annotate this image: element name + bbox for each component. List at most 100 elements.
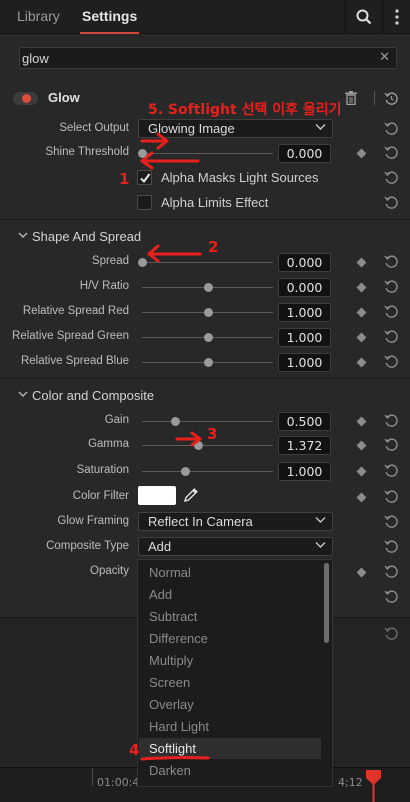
annotation-2: 2 [208,238,219,256]
reset-icon[interactable] [384,413,399,428]
keyframe-icon[interactable] [356,567,367,578]
reset-icon[interactable] [384,170,399,185]
reset-icon[interactable] [384,304,399,319]
color-filter-swatch[interactable] [138,486,176,505]
reset-icon[interactable] [384,626,399,641]
effect-enable-toggle[interactable] [13,92,38,105]
reset-icon[interactable] [384,145,399,160]
chevron-down-icon [18,391,28,397]
reset-icon[interactable] [384,329,399,344]
gain-value[interactable]: 0.500 [278,412,331,431]
reset-icon[interactable] [384,539,399,554]
hv-ratio-value[interactable]: 0.000 [278,278,331,297]
slider-knob[interactable] [181,467,191,476]
slider-knob[interactable] [138,149,147,158]
shine-threshold-row: Shine Threshold 0.000 [0,141,410,166]
color-and-composite-section[interactable]: Color and Composite [0,383,410,407]
slider-knob[interactable] [194,441,204,450]
slider-knob[interactable] [203,308,213,317]
reset-all-icon[interactable] [384,91,399,106]
relative-spread-blue-slider[interactable] [142,358,273,367]
chevron-down-icon [315,542,326,548]
gain-slider[interactable] [142,417,273,426]
keyframe-icon[interactable] [356,332,367,343]
shine-threshold-value[interactable]: 0.000 [278,144,331,163]
alpha-masks-checkbox[interactable] [137,170,152,185]
reset-icon[interactable] [384,279,399,294]
ruler-tick [92,768,93,786]
keyframe-icon[interactable] [356,416,367,427]
color-filter-row: Color Filter [0,485,410,510]
param-label: Relative Spread Red [22,305,129,317]
gamma-value[interactable]: 1.372 [278,436,331,455]
keyframe-icon[interactable] [356,357,367,368]
keyframe-icon[interactable] [356,440,367,451]
menu-item-overlay[interactable]: Overlay [139,694,321,715]
relative-spread-red-slider[interactable] [142,308,273,317]
keyframe-icon[interactable] [356,282,367,293]
playhead-icon[interactable] [365,768,382,802]
shape-and-spread-section[interactable]: Shape And Spread [0,224,410,248]
reset-icon[interactable] [384,463,399,478]
spread-value[interactable]: 0.000 [278,253,331,272]
composite-type-dropdown[interactable]: Add [138,537,333,556]
gamma-row: Gamma 1.372 [0,433,410,458]
relative-spread-green-value[interactable]: 1.000 [278,328,331,347]
relative-spread-green-slider[interactable] [142,333,273,342]
trash-icon[interactable] [345,91,357,105]
reset-icon[interactable] [384,437,399,452]
select-output-dropdown[interactable]: Glowing Image [138,119,333,138]
relative-spread-red-value[interactable]: 1.000 [278,303,331,322]
reset-icon[interactable] [384,589,399,604]
tab-library[interactable]: Library [17,0,60,34]
reset-icon[interactable] [384,564,399,579]
clear-search-icon[interactable]: ✕ [379,49,390,65]
menu-item-subtract[interactable]: Subtract [139,606,321,627]
tab-settings[interactable]: Settings [79,0,140,34]
keyframe-icon[interactable] [356,492,367,503]
hv-ratio-slider[interactable] [142,283,273,292]
saturation-slider[interactable] [142,467,273,476]
saturation-value[interactable]: 1.000 [278,462,331,481]
reset-icon[interactable] [384,354,399,369]
menu-item-add[interactable]: Add [139,584,321,605]
reset-icon[interactable] [384,254,399,269]
eyedropper-icon[interactable] [183,487,199,503]
menu-scrollbar[interactable] [324,563,329,643]
slider-knob[interactable] [203,333,213,342]
more-options-icon[interactable] [394,8,400,26]
param-label: H/V Ratio [79,280,129,292]
search-input[interactable] [22,48,372,68]
glow-framing-dropdown[interactable]: Reflect In Camera [138,512,333,531]
spread-slider[interactable] [138,258,273,267]
menu-item-screen[interactable]: Screen [139,672,321,693]
relative-spread-blue-value[interactable]: 1.000 [278,353,331,372]
reset-icon[interactable] [384,121,399,136]
reset-icon[interactable] [384,489,399,504]
alpha-masks-row: Alpha Masks Light Sources [0,166,410,191]
search-icon[interactable] [356,9,372,25]
slider-knob[interactable] [138,258,147,267]
menu-item-difference[interactable]: Difference [139,628,321,649]
reset-icon[interactable] [384,195,399,210]
select-output-value: Glowing Image [148,121,235,136]
slider-knob[interactable] [203,283,213,292]
menu-item-hard-light[interactable]: Hard Light [139,716,321,737]
chevron-down-icon [18,232,28,238]
keyframe-icon[interactable] [356,466,367,477]
menu-item-softlight[interactable]: Softlight [139,738,321,759]
shine-threshold-slider[interactable] [138,149,273,158]
menu-item-darken[interactable]: Darken [139,760,321,781]
slider-knob[interactable] [203,358,213,367]
reset-icon[interactable] [384,514,399,529]
divider [382,0,383,34]
alpha-limits-checkbox[interactable] [137,195,152,210]
menu-item-multiply[interactable]: Multiply [139,650,321,671]
slider-knob[interactable] [170,417,180,426]
color-filter-label: Color Filter [72,490,129,502]
keyframe-icon[interactable] [356,257,367,268]
gamma-slider[interactable] [142,441,273,450]
menu-item-normal[interactable]: Normal [139,562,321,583]
keyframe-icon[interactable] [356,307,367,318]
keyframe-icon[interactable] [356,148,367,159]
